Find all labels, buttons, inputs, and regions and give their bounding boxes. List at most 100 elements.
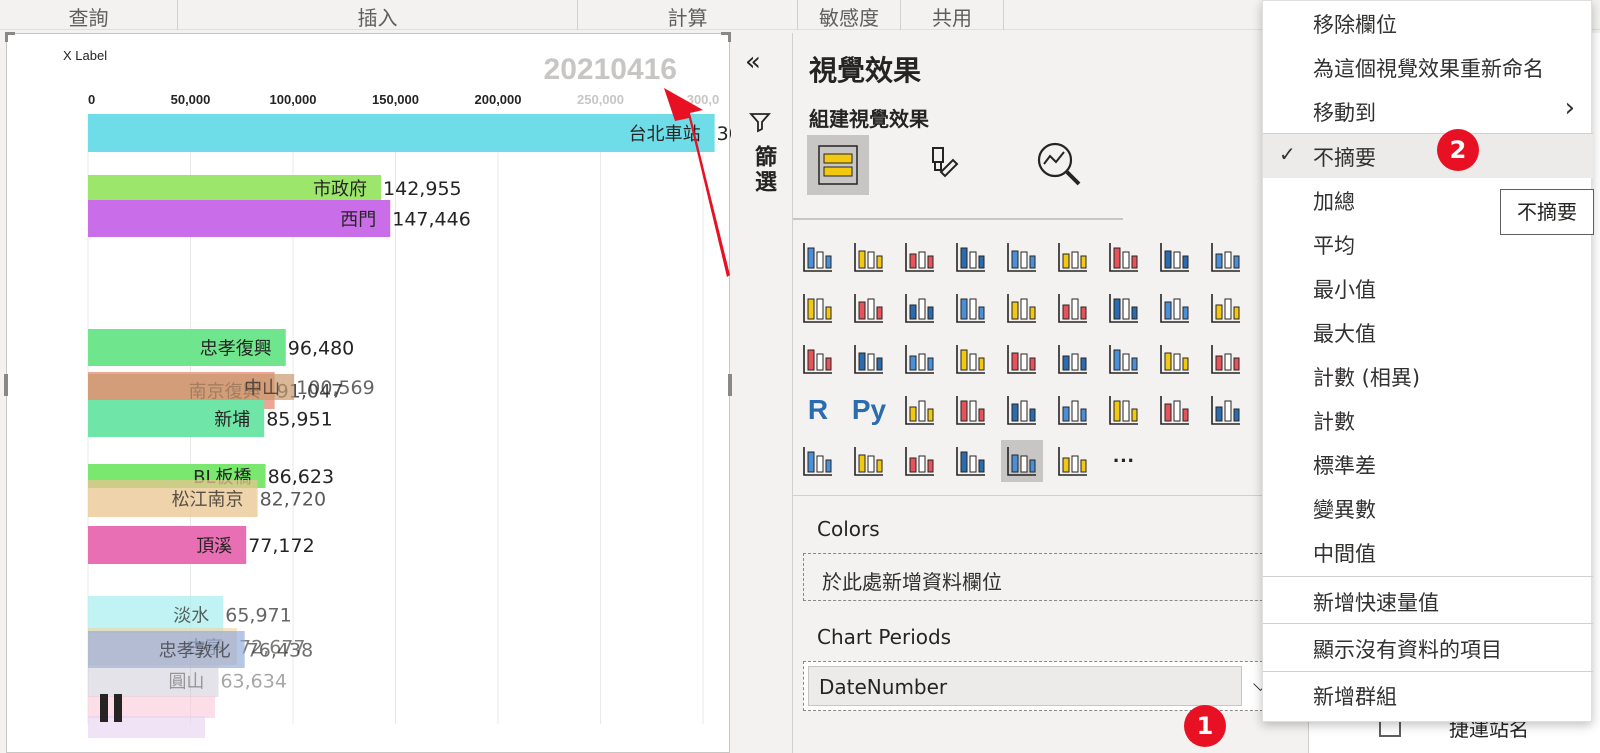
- metrics-icon[interactable]: [1103, 389, 1145, 431]
- ribbon-tab-insert[interactable]: 插入: [178, 0, 578, 30]
- power-apps-icon[interactable]: [1205, 389, 1247, 431]
- funnel-icon[interactable]: [749, 111, 771, 138]
- table-icon[interactable]: [1154, 338, 1196, 380]
- treemap-icon[interactable]: [1205, 287, 1247, 329]
- menu-item-new-group[interactable]: 新增群組: [1263, 673, 1593, 717]
- more-visuals-icon[interactable]: ···: [1103, 440, 1145, 482]
- tooltip: 不摘要: [1500, 189, 1594, 235]
- column-100-icon[interactable]: [1052, 236, 1094, 278]
- funnel-icon[interactable]: [1001, 287, 1043, 329]
- bar-race-icon[interactable]: [950, 440, 992, 482]
- format-visual-tab[interactable]: [911, 135, 973, 195]
- custom-bar-icon[interactable]: [899, 440, 941, 482]
- build-visual-tab[interactable]: [807, 135, 869, 195]
- waterfall-icon[interactable]: [950, 287, 992, 329]
- menu-item-variance[interactable]: 變異數: [1263, 486, 1593, 530]
- area-chart-icon[interactable]: [1154, 236, 1196, 278]
- field-context-menu: 移除欄位 為這個視覺效果重新命名 移動到 › ✓ 不摘要 加總 平均 最小值 最大值…: [1262, 0, 1593, 722]
- paginated-report-icon[interactable]: [1052, 389, 1094, 431]
- donut-icon[interactable]: [1154, 287, 1196, 329]
- stacked-area-icon[interactable]: [1205, 236, 1247, 278]
- x-tick-label: 100,000: [270, 92, 317, 107]
- card-icon[interactable]: [950, 338, 992, 380]
- menu-item-show-items-no-data[interactable]: 顯示沒有資料的項目: [1263, 626, 1593, 670]
- menu-item-new-quick-measure[interactable]: 新增快速量值: [1263, 579, 1593, 623]
- bar-value: 100,569: [296, 377, 375, 399]
- key-influencers-icon[interactable]: [899, 389, 941, 431]
- menu-item-median[interactable]: 中間值: [1263, 530, 1593, 574]
- bar-label: 新埔: [214, 410, 250, 431]
- period-label: 20210416: [544, 53, 677, 86]
- menu-item-label: 加總: [1313, 190, 1355, 214]
- menu-item-rename[interactable]: 為這個視覺效果重新命名: [1263, 45, 1593, 89]
- ribbon-tab-query[interactable]: 查詢: [0, 0, 178, 30]
- kpi-icon[interactable]: [1052, 338, 1094, 380]
- menu-item-dont-summarize[interactable]: ✓ 不摘要: [1263, 134, 1593, 178]
- line-column-icon[interactable]: [797, 287, 839, 329]
- bar-race-visual[interactable]: 0 50,000 100,000 150,000 200,000 250,000 300,0…: [4, 32, 732, 753]
- menu-item-label: 中間值: [1313, 542, 1376, 566]
- bar-race-selected-icon[interactable]: [1001, 440, 1043, 482]
- double-chevron-left-icon[interactable]: «: [745, 47, 761, 77]
- ribbon-tab-share[interactable]: 共用: [901, 0, 1004, 30]
- stacked-bar-icon[interactable]: [797, 236, 839, 278]
- colors-drop-well[interactable]: 於此處新增資料欄位: [803, 553, 1283, 601]
- menu-item-label: 新增群組: [1313, 685, 1397, 709]
- pie-icon[interactable]: [1103, 287, 1145, 329]
- filled-map-icon[interactable]: [848, 338, 890, 380]
- menu-item-label: 計數: [1313, 410, 1355, 434]
- bar[interactable]: [88, 114, 715, 152]
- ribbon-tab-calculate[interactable]: 計算: [578, 0, 798, 30]
- decomposition-tree-icon[interactable]: [950, 389, 992, 431]
- menu-item-std-dev[interactable]: 標準差: [1263, 442, 1593, 486]
- filter-pane-label[interactable]: 篩選: [747, 145, 779, 195]
- datenumber-field-pill[interactable]: DateNumber: [808, 666, 1242, 706]
- menu-item-count-distinct[interactable]: 計數 (相異): [1263, 354, 1593, 398]
- multi-row-card-icon[interactable]: [1001, 338, 1043, 380]
- r-visual-icon[interactable]: R: [797, 389, 839, 431]
- menu-item-label: 標準差: [1313, 454, 1376, 478]
- menu-separator: [1263, 623, 1593, 624]
- menu-item-label: 不摘要: [1313, 146, 1376, 170]
- menu-item-maximum[interactable]: 最大值: [1263, 310, 1593, 354]
- smart-narrative-icon[interactable]: [848, 440, 890, 482]
- globe-map-icon[interactable]: [797, 338, 839, 380]
- clustered-column-icon[interactable]: [950, 236, 992, 278]
- qa-icon[interactable]: [1001, 389, 1043, 431]
- slicer-icon[interactable]: [1103, 338, 1145, 380]
- menu-separator: [1263, 671, 1593, 672]
- line-clustered-icon[interactable]: [848, 287, 890, 329]
- menu-item-move-to[interactable]: 移動到 ›: [1263, 89, 1593, 133]
- chevron-right-icon: ›: [1564, 93, 1575, 123]
- stacked-column-icon[interactable]: [848, 236, 890, 278]
- bar-race-chart: 0 50,000 100,000 150,000 200,000 250,000 300,0…: [63, 48, 731, 738]
- filter-pane-collapsed: « 篩選: [733, 33, 792, 753]
- section-divider: [793, 495, 1308, 496]
- bar-label: 松江南京: [172, 490, 244, 511]
- bar-100-icon[interactable]: [1001, 236, 1043, 278]
- power-automate-icon[interactable]: [797, 440, 839, 482]
- ribbon-tab-sensitivity[interactable]: 敏感度: [798, 0, 901, 30]
- matrix-icon[interactable]: [1205, 338, 1247, 380]
- menu-item-count[interactable]: 計數: [1263, 398, 1593, 442]
- azure-map-icon[interactable]: [1154, 389, 1196, 431]
- bar-value: 147,446: [392, 209, 471, 231]
- clustered-bar-icon[interactable]: [899, 236, 941, 278]
- menu-item-minimum[interactable]: 最小值: [1263, 266, 1593, 310]
- bar-label: 頂溪: [196, 536, 232, 557]
- chart-periods-well[interactable]: DateNumber ⌵: [803, 661, 1283, 711]
- bar-value: 85,951: [266, 409, 332, 431]
- python-visual-icon[interactable]: Py: [848, 389, 890, 431]
- analytics-tab[interactable]: [1029, 135, 1091, 195]
- menu-item-remove-field[interactable]: 移除欄位: [1263, 1, 1593, 45]
- visualizations-title: 視覺效果: [809, 54, 922, 87]
- scatter-icon[interactable]: [1052, 287, 1094, 329]
- word-cloud-icon[interactable]: [1052, 440, 1094, 482]
- menu-item-label: 平均: [1313, 234, 1355, 258]
- ribbon-chart-icon[interactable]: [899, 287, 941, 329]
- gauge-icon[interactable]: [899, 338, 941, 380]
- line-chart-icon[interactable]: [1103, 236, 1145, 278]
- bar-label: 忠孝復興: [200, 339, 272, 360]
- bar-value: 96,480: [288, 338, 354, 360]
- build-visual-label: 組建視覺效果: [809, 107, 929, 131]
